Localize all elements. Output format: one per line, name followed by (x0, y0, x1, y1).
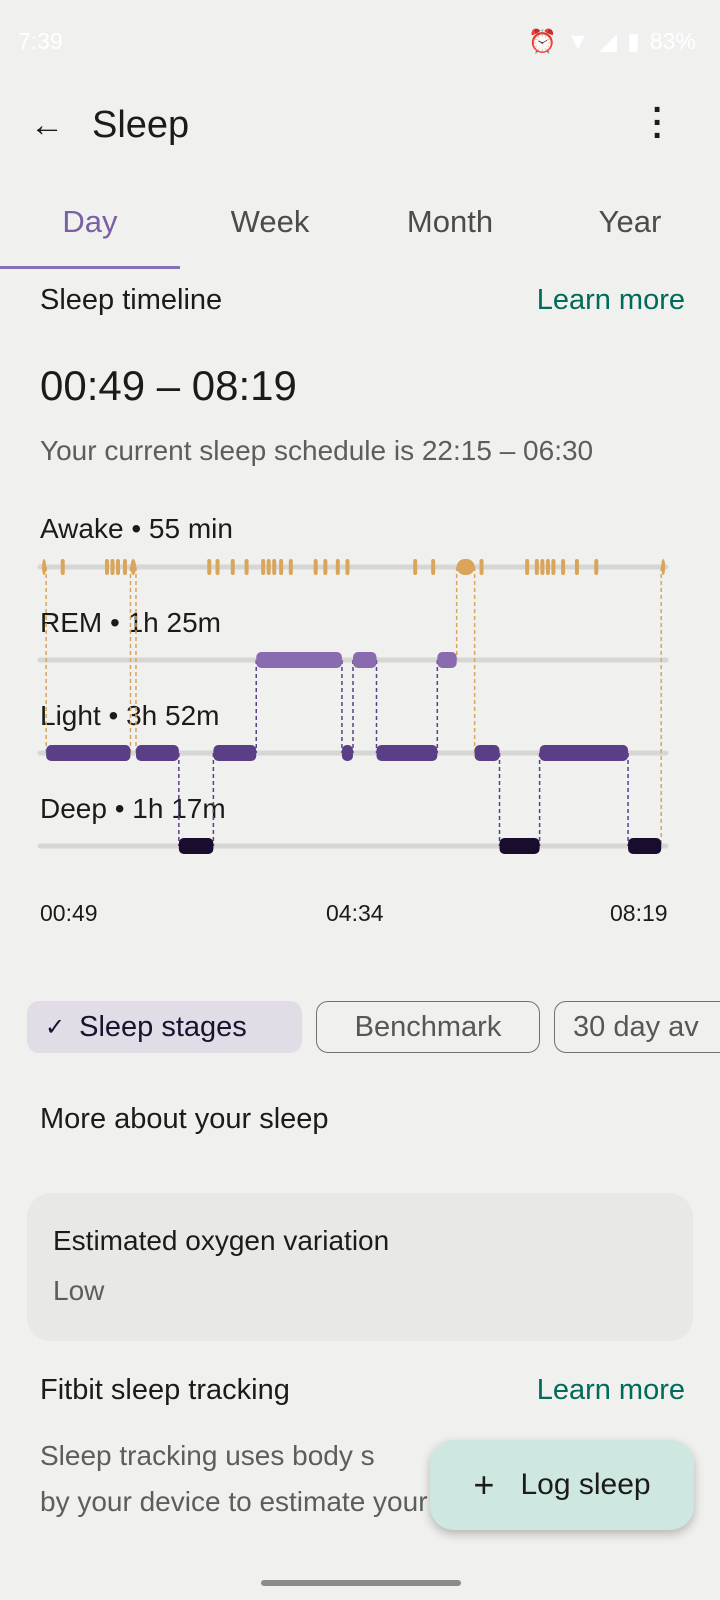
chip-sleep-stages[interactable]: ✓ Sleep stages (27, 1001, 302, 1053)
tab-month[interactable]: Month (360, 204, 540, 240)
stage-bar-light (341, 745, 353, 761)
chip-30-day-average[interactable]: 30 day av (554, 1001, 720, 1053)
stage-bar-light (213, 745, 257, 761)
awake-mark (261, 559, 266, 575)
axis-label-end: 08:19 (610, 900, 668, 926)
stage-bar-awake (42, 559, 47, 575)
awake-mark (272, 559, 277, 575)
tracking-learn-more-link[interactable]: Learn more (537, 1374, 685, 1407)
awake-mark (288, 559, 293, 575)
awake-mark (313, 559, 318, 575)
more-options-button[interactable]: · · · (648, 93, 668, 153)
back-button[interactable]: ← (30, 106, 64, 145)
sleep-timeline-chart (37, 559, 669, 854)
stage-bar-awake (456, 559, 475, 575)
section-title: Sleep timeline (40, 284, 223, 316)
awake-mark (122, 559, 127, 575)
awake-mark (266, 559, 271, 575)
plus-icon: + (473, 1464, 495, 1505)
sleep-range: 00:49 – 08:19 (40, 362, 297, 409)
stage-bar-deep (499, 838, 540, 854)
awake-mark (323, 559, 328, 575)
learn-more-link[interactable]: Learn more (537, 284, 685, 317)
page-title: Sleep (92, 104, 190, 146)
awake-mark (431, 559, 436, 575)
awake-mark (551, 559, 556, 575)
stage-bar-awake (130, 559, 136, 575)
awake-mark (116, 559, 121, 575)
awake-mark (335, 559, 340, 575)
tab-week[interactable]: Week (180, 204, 360, 240)
chip-label: Sleep stages (79, 1010, 247, 1043)
card-value: Low (53, 1275, 105, 1306)
stage-bar-light (376, 745, 438, 761)
sleep-schedule: Your current sleep schedule is 22:15 – 0… (40, 435, 594, 466)
stage-bar-rem (353, 652, 377, 668)
stage-bar-rem (437, 652, 457, 668)
tracking-text-line1: Sleep tracking uses body s (40, 1440, 375, 1471)
awake-mark (60, 559, 65, 575)
wifi-icon: ▼ (566, 28, 590, 54)
status-time: 7:39 (18, 28, 63, 54)
log-sleep-button[interactable]: + Log sleep (430, 1440, 694, 1530)
awake-mark (561, 559, 566, 575)
awake-mark (479, 559, 484, 575)
awake-mark (574, 559, 579, 575)
alarm-icon: ⏰ (528, 28, 557, 54)
status-icons: ⏰ ▼ ◢ ▮ 83% (528, 28, 696, 55)
check-icon: ✓ (45, 1013, 66, 1041)
awake-mark (279, 559, 284, 575)
awake-mark (244, 559, 249, 575)
oxygen-variation-card[interactable]: Estimated oxygen variation Low (27, 1193, 693, 1341)
awake-mark (207, 559, 212, 575)
awake-mark (230, 559, 235, 575)
axis-label-mid: 04:34 (326, 900, 384, 926)
awake-mark (594, 559, 599, 575)
stage-bar-awake (661, 559, 666, 575)
tracking-title: Fitbit sleep tracking (40, 1374, 290, 1406)
tab-day[interactable]: Day (0, 204, 180, 240)
active-tab-indicator (0, 266, 180, 269)
fab-label: Log sleep (520, 1468, 651, 1501)
awake-mark (104, 559, 109, 575)
stage-bar-deep (628, 838, 662, 854)
gesture-handle (261, 1580, 461, 1586)
stage-bar-deep (178, 838, 214, 854)
awake-mark (345, 559, 350, 575)
awake-mark (545, 559, 550, 575)
stage-bar-light (474, 745, 500, 761)
awake-mark (215, 559, 220, 575)
stage-bar-light (539, 745, 629, 761)
axis-label-start: 00:49 (40, 900, 98, 926)
battery-level: 83% (649, 28, 696, 54)
chip-benchmark[interactable]: Benchmark (316, 1001, 540, 1053)
awake-mark (525, 559, 530, 575)
more-title: More about your sleep (40, 1103, 329, 1135)
tab-year[interactable]: Year (540, 204, 720, 240)
awake-mark (110, 559, 115, 575)
awake-mark (540, 559, 545, 575)
awake-mark (534, 559, 539, 575)
stage-bar-light (135, 745, 179, 761)
signal-icon: ◢ (599, 28, 618, 54)
stage-bar-light (46, 745, 131, 761)
awake-mark (413, 559, 418, 575)
card-title: Estimated oxygen variation (53, 1225, 390, 1256)
battery-icon: ▮ (627, 28, 640, 54)
stage-bar-rem (256, 652, 342, 668)
